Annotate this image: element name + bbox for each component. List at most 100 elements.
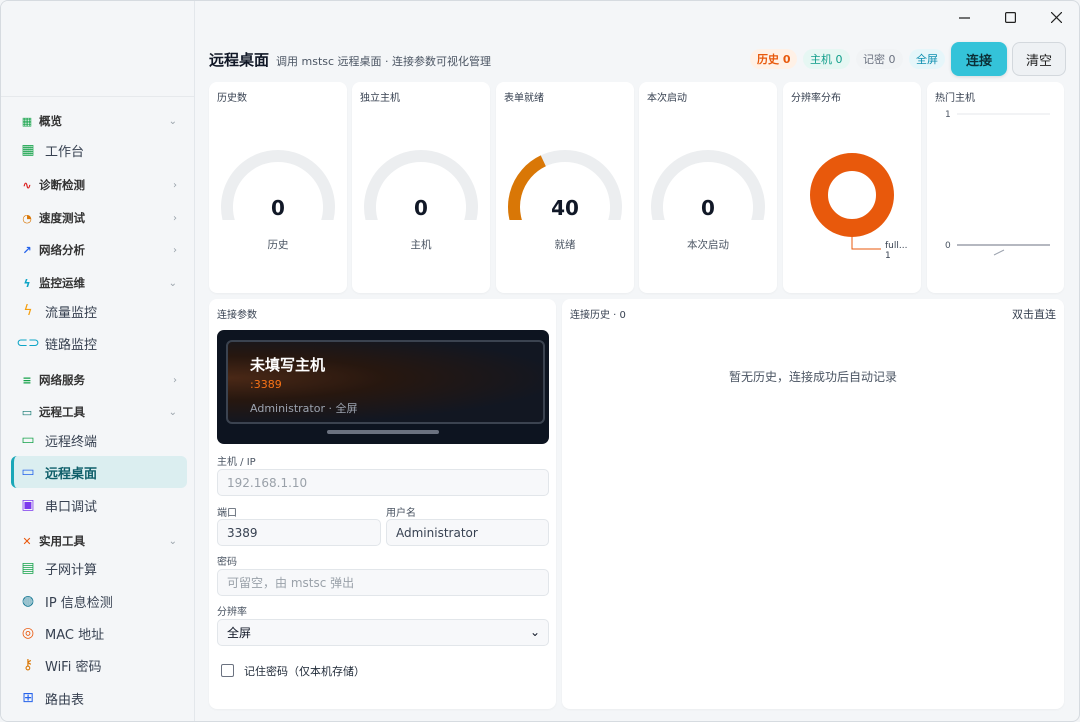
sidebar-item-remote-desktop[interactable]: ▭ 远程桌面	[11, 456, 187, 488]
sidebar-group-diagnostics[interactable]: ∿ 诊断检测 ›	[1, 173, 195, 197]
sidebar-item-traffic-monitor[interactable]: ϟ 流量监控	[11, 295, 187, 327]
sidebar-item-subnet-calc[interactable]: ▤ 子网计算	[11, 552, 187, 584]
close-icon[interactable]	[1033, 1, 1079, 33]
chevron-right-icon: ›	[173, 374, 177, 386]
sidebar-group-label: 诊断检测	[39, 178, 85, 192]
stat-card-title: 历史数	[217, 93, 247, 104]
gauge-value: 0	[271, 196, 285, 220]
host-label: 主机 / IP	[217, 457, 256, 468]
resolution-select[interactable]: 全屏 ⌄	[217, 619, 549, 646]
clear-button[interactable]: 清空	[1012, 42, 1066, 76]
sidebar-group-utilities[interactable]: ✕ 实用工具 ⌄	[1, 529, 195, 553]
sidebar-logo-area	[1, 1, 194, 97]
terminal-icon: ▭	[21, 432, 35, 448]
lightning-icon: ϟ	[23, 303, 33, 319]
sidebar-item-label: 工作台	[45, 144, 85, 160]
minimize-icon[interactable]	[941, 1, 987, 33]
sidebar-item-wifi-password[interactable]: ⚷ WiFi 密码	[11, 649, 187, 681]
sidebar-item-label: 远程终端	[45, 434, 98, 450]
database-icon: ≡	[22, 373, 32, 387]
empty-history-message: 暂无历史，连接成功后自动记录	[728, 370, 897, 384]
host-input[interactable]: 192.168.1.10	[217, 469, 549, 496]
username-label: 用户名	[386, 508, 416, 519]
preview-screen: 未填写主机 :3389 Administrator · 全屏	[226, 340, 545, 424]
bolt-icon: ϟ	[23, 276, 31, 290]
chevron-right-icon: ›	[173, 244, 177, 256]
sidebar-group-speedtest[interactable]: ◔ 速度测试 ›	[1, 206, 195, 230]
app-window: ▦ 概览 ⌄ ▦ 工作台 ∿ 诊断检测 › ◔ 速度测试 › ↗ 网络分析 › …	[0, 0, 1080, 722]
pie-slice	[810, 153, 894, 237]
gauge-label: 历史	[267, 239, 289, 251]
stat-card-title: 本次启动	[647, 93, 687, 104]
username-input[interactable]: Administrator	[386, 519, 549, 546]
sidebar-group-overview[interactable]: ▦ 概览 ⌄	[1, 109, 195, 133]
sidebar-item-remote-terminal[interactable]: ▭ 远程终端	[11, 424, 187, 456]
sidebar-group-label: 实用工具	[39, 534, 85, 548]
maximize-icon[interactable]	[987, 1, 1033, 33]
sidebar-group-remote-tools[interactable]: ▭ 远程工具 ⌄	[1, 400, 195, 424]
y-tick-label-min: 0	[945, 241, 951, 251]
chevron-down-icon: ⌄	[529, 625, 540, 639]
sidebar: ▦ 概览 ⌄ ▦ 工作台 ∿ 诊断检测 › ◔ 速度测试 › ↗ 网络分析 › …	[1, 1, 195, 721]
sidebar-item-label: 路由表	[45, 692, 85, 708]
grid-icon: ▦	[21, 114, 33, 128]
preview-stand-bar	[327, 430, 439, 434]
resolution-distribution-card: 分辨率分布 full... 1	[783, 82, 921, 293]
chevron-right-icon: ›	[173, 212, 177, 224]
panel-title: 连接历史 · 0	[570, 310, 626, 321]
sidebar-group-label: 网络分析	[39, 243, 85, 257]
sidebar-item-label: 串口调试	[45, 499, 98, 515]
preview-port: :3389	[250, 378, 282, 391]
sidebar-item-label: WiFi 密码	[45, 659, 102, 675]
sidebar-group-label: 速度测试	[39, 211, 85, 225]
chevron-down-icon: ⌄	[168, 535, 177, 547]
dashboard-icon: ▦	[21, 142, 35, 158]
page-title: 远程桌面	[209, 51, 270, 69]
slice-label: full...	[885, 241, 907, 251]
sidebar-item-mac-address[interactable]: ◎ MAC 地址	[11, 617, 187, 649]
y-tick-label-max: 1	[945, 110, 951, 120]
gauge-label: 就绪	[554, 239, 576, 251]
resolution-donut-chart: full... 1	[810, 153, 907, 261]
map-icon: ⊞	[22, 690, 34, 706]
chevron-right-icon: ›	[173, 179, 177, 191]
resolution-label: 分辨率	[217, 607, 247, 618]
stat-card-title: 独立主机	[360, 93, 400, 104]
sidebar-group-label: 监控运维	[39, 276, 85, 290]
host-count-badge: 主机 0	[803, 49, 850, 69]
history-count-badge: 历史 0	[750, 49, 798, 69]
password-input[interactable]: 可留空，由 mstsc 弹出	[217, 569, 549, 596]
tools-icon: ✕	[22, 534, 32, 548]
globe-icon: ◍	[21, 593, 35, 609]
sidebar-group-label: 网络服务	[39, 373, 85, 387]
sidebar-item-label: IP 信息检测	[45, 595, 113, 611]
sidebar-item-route-table[interactable]: ⊞ 路由表	[11, 682, 187, 714]
gauge-label: 本次启动	[687, 239, 729, 251]
remember-password-checkbox[interactable]	[221, 664, 234, 677]
sidebar-item-label: 远程桌面	[45, 466, 98, 482]
stat-card-hosts: 独立主机 0 主机	[352, 82, 490, 293]
link-icon: ⊂⊃	[16, 335, 40, 351]
sidebar-group-monitoring[interactable]: ϟ 监控运维 ⌄	[1, 271, 195, 295]
sidebar-group-network-services[interactable]: ≡ 网络服务 ›	[1, 368, 195, 392]
double-click-connect-hint: 双击直连	[1012, 308, 1056, 321]
sidebar-item-serial-debug[interactable]: ▣ 串口调试	[11, 489, 187, 521]
connection-preview: 未填写主机 :3389 Administrator · 全屏	[217, 330, 549, 444]
sidebar-item-label: 链路监控	[45, 337, 98, 353]
sidebar-item-workbench[interactable]: ▦ 工作台	[11, 134, 187, 166]
connect-button[interactable]: 连接	[951, 42, 1007, 76]
resolution-badge: 全屏	[909, 49, 945, 69]
sidebar-item-label: MAC 地址	[45, 627, 105, 643]
sidebar-item-ip-info[interactable]: ◍ IP 信息检测	[11, 585, 187, 617]
sidebar-group-label: 远程工具	[39, 405, 85, 419]
speedometer-icon: ◔	[22, 211, 32, 225]
slice-value-label: 1	[885, 251, 891, 261]
preview-meta: Administrator · 全屏	[250, 402, 358, 415]
chip-icon: ▣	[21, 497, 35, 513]
sidebar-item-link-monitor[interactable]: ⊂⊃ 链路监控	[11, 327, 187, 359]
sidebar-group-network-analysis[interactable]: ↗ 网络分析 ›	[1, 238, 195, 262]
port-label: 端口	[217, 508, 237, 519]
panel-title: 连接参数	[217, 310, 257, 321]
port-input[interactable]: 3389	[217, 519, 381, 546]
pulse-icon: ∿	[22, 178, 32, 192]
